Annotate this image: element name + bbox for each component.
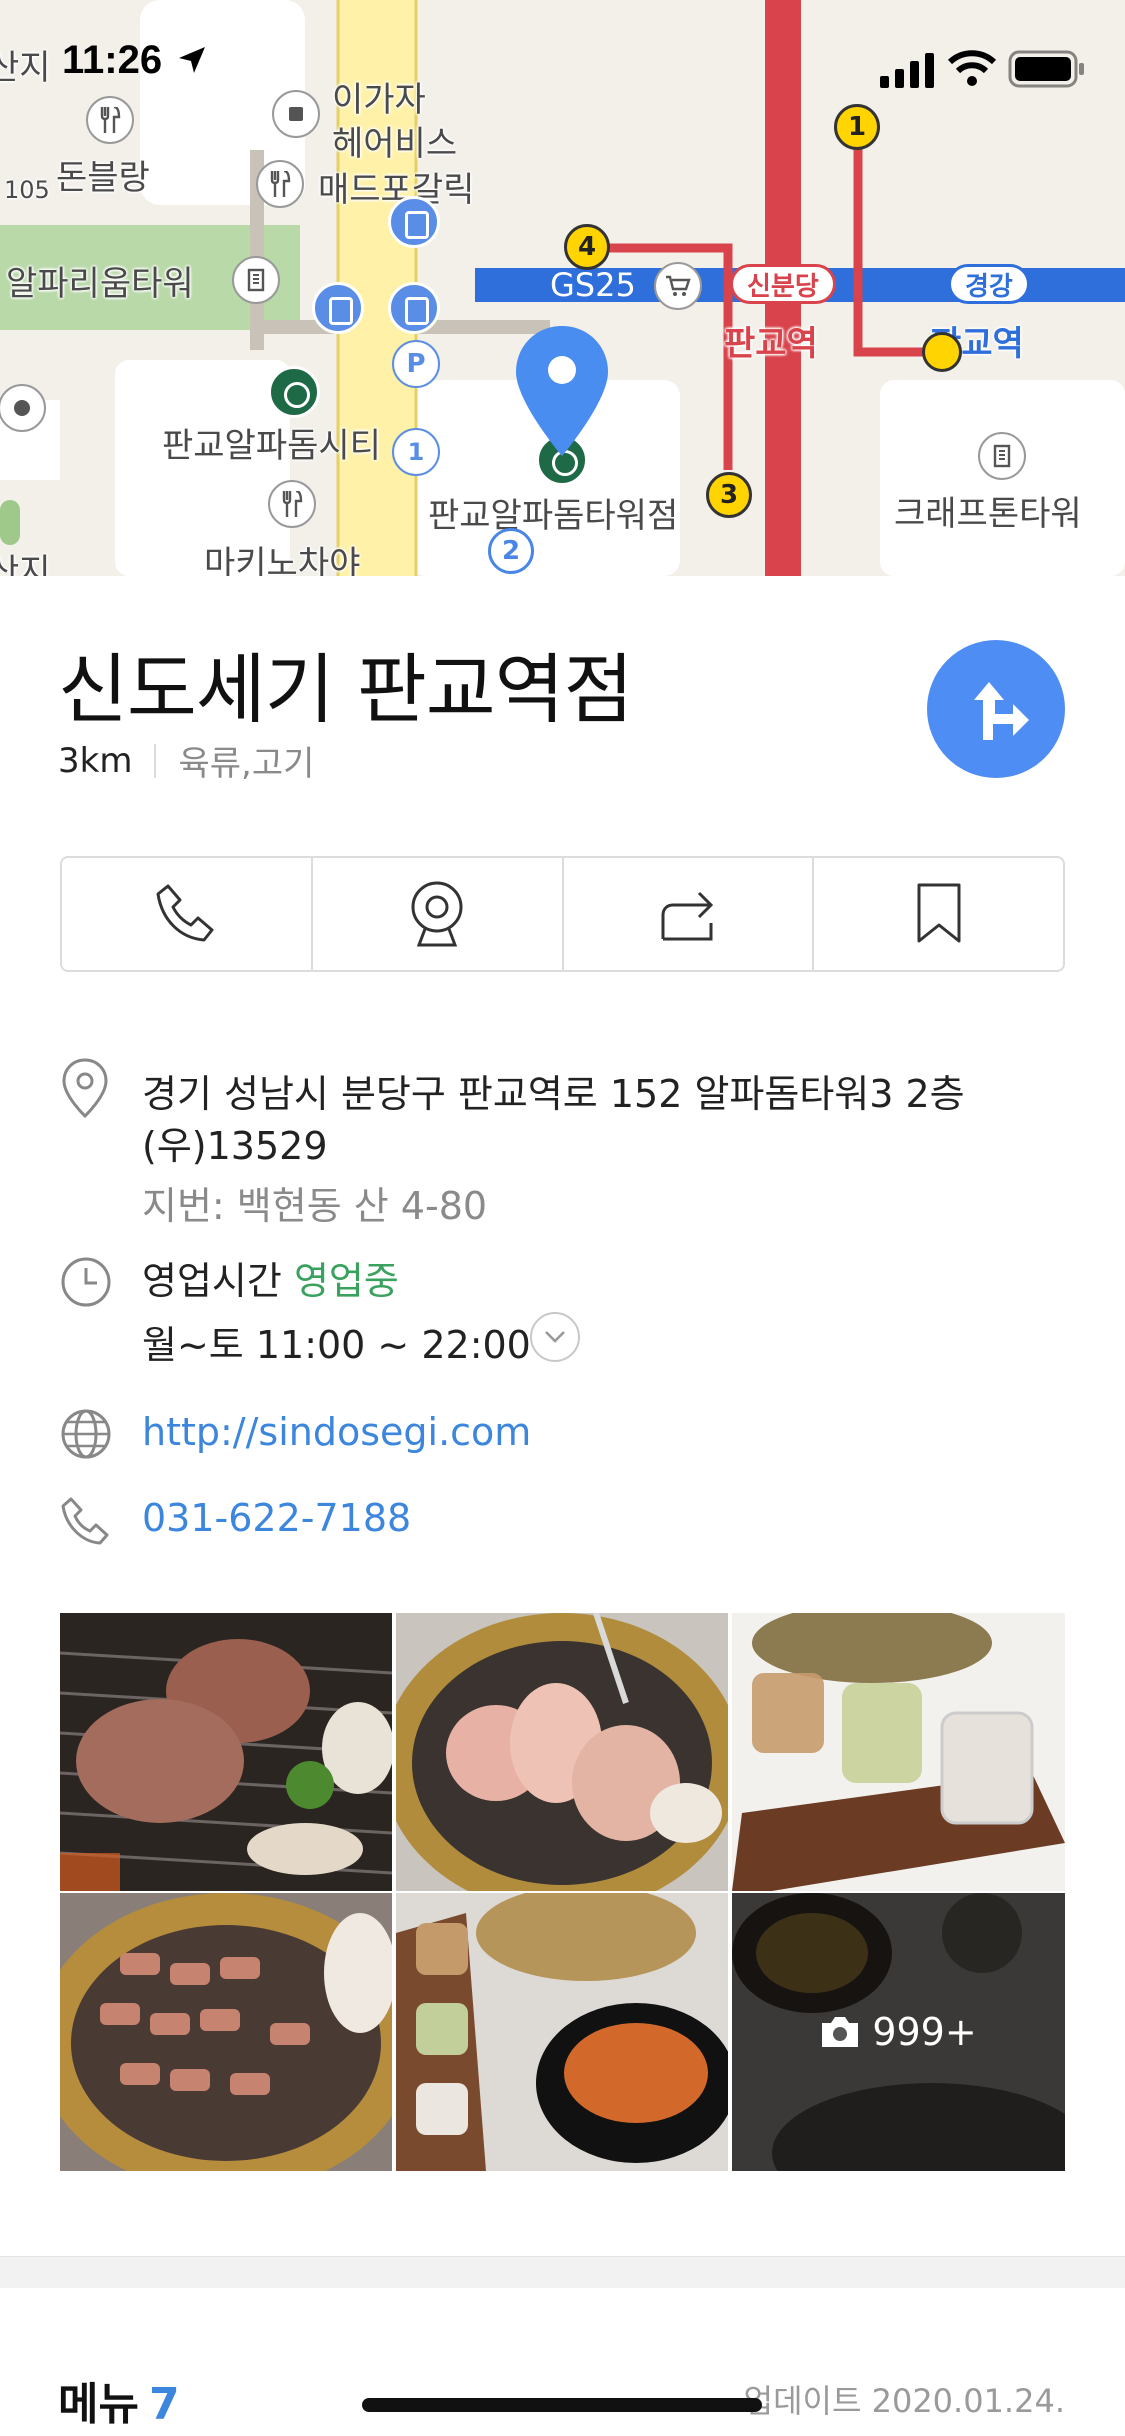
- exit-number-icon[interactable]: 1: [922, 332, 962, 372]
- website-link[interactable]: http://sindosegi.com: [142, 1410, 531, 1454]
- map-label: 판교알파돔시티: [162, 426, 381, 466]
- photo-thumbnail[interactable]: [60, 1893, 392, 2171]
- menu-count: 7: [148, 2379, 180, 2430]
- playground-icon[interactable]: [0, 384, 46, 432]
- camera-icon: [822, 2017, 859, 2047]
- address-postal: (우)13529: [142, 1124, 328, 1168]
- photo-thumbnail[interactable]: [60, 1613, 392, 1891]
- station-tag-gyeonggang[interactable]: 경강: [948, 264, 1030, 304]
- hours-expand-button[interactable]: [530, 1312, 580, 1362]
- cellular-signal-icon: [880, 53, 934, 88]
- share-button[interactable]: [564, 858, 815, 970]
- distance: 3km: [58, 740, 133, 781]
- bookmark-button[interactable]: [814, 858, 1063, 970]
- map-label: 산지: [0, 552, 51, 576]
- location-pin-outline-icon: [62, 1058, 108, 1118]
- station-tag-sinbundang[interactable]: 신분당: [730, 264, 836, 304]
- globe-icon: [61, 1409, 111, 1459]
- restaurant-icon[interactable]: [256, 160, 304, 208]
- photo-thumbnail[interactable]: [396, 1893, 728, 2171]
- menu-updated-date: 업데이트 2020.01.24.: [743, 2382, 1065, 2420]
- address-line1[interactable]: 경기 성남시 분당구 판교역로 152 알파돔타워3 2층: [142, 1063, 965, 1118]
- map-label: 판교역: [724, 324, 818, 364]
- clock-icon: [61, 1257, 111, 1307]
- street-view-icon: [411, 881, 463, 947]
- map-label: 알파리움타워: [6, 264, 194, 304]
- battery-icon: [1008, 50, 1084, 88]
- location-pin-icon[interactable]: [514, 326, 610, 456]
- map-label: 크래프톤타워: [894, 494, 1082, 534]
- status-time: 11:26: [62, 38, 207, 83]
- exit-number-icon[interactable]: 4: [564, 224, 610, 270]
- bus-stop-icon[interactable]: [388, 196, 440, 248]
- phone-link[interactable]: 031-622-7188: [142, 1496, 411, 1540]
- parking-icon[interactable]: P: [392, 340, 440, 388]
- exit-number-icon[interactable]: 2: [488, 528, 534, 574]
- bookmark-icon: [917, 883, 961, 943]
- photo-count: 999+: [872, 2010, 977, 2054]
- open-status: 영업중: [293, 1259, 399, 1303]
- shopping-cart-icon[interactable]: [654, 262, 702, 310]
- status-time-label: 11:26: [62, 38, 163, 82]
- hours-time: 월~토 11:00 ~ 22:00: [142, 1323, 531, 1367]
- home-indicator[interactable]: [362, 2398, 762, 2412]
- map-label: GS25: [550, 266, 636, 304]
- phone-icon: [156, 884, 214, 942]
- photo-thumbnail[interactable]: [732, 1613, 1065, 1891]
- bus-stop-icon[interactable]: [388, 282, 440, 334]
- hours-label: 영업시간: [142, 1259, 282, 1303]
- building-icon[interactable]: [978, 432, 1026, 480]
- map-label: 105: [4, 176, 50, 204]
- street-view-button[interactable]: [313, 858, 564, 970]
- section-divider: [0, 2256, 1125, 2288]
- photo-count-overlay: 999+: [732, 1893, 1065, 2171]
- map-label: 판교알파돔타워점: [428, 496, 679, 536]
- menu-title: 메뉴: [58, 2379, 139, 2430]
- bus-stop-icon[interactable]: [312, 282, 364, 334]
- action-bar: [60, 856, 1065, 972]
- bus-stop-marker-icon[interactable]: 1: [392, 428, 440, 476]
- restaurant-icon[interactable]: [268, 480, 316, 528]
- meta-divider: [154, 743, 157, 778]
- menu-heading[interactable]: 메뉴 7: [58, 2368, 180, 2432]
- wifi-icon: [948, 50, 996, 86]
- photo-grid: 999+: [60, 1613, 1065, 2171]
- hours-heading: 영업시간 영업중: [142, 1250, 399, 1305]
- place-meta: 3km 육류,고기: [58, 736, 314, 785]
- lot-address: 지번: 백현동 산 4-80: [142, 1184, 488, 1228]
- share-icon: [661, 891, 713, 941]
- phone-outline-icon: [61, 1497, 109, 1545]
- map-label: 돈블랑: [56, 158, 150, 198]
- directions-icon: [974, 682, 1029, 740]
- photo-thumbnail[interactable]: [396, 1613, 728, 1891]
- starbucks-icon[interactable]: [268, 366, 320, 418]
- call-button[interactable]: [62, 858, 313, 970]
- status-bar: 11:26: [0, 0, 1125, 130]
- location-arrow-icon: [179, 47, 206, 73]
- map-label: 마키노차야: [204, 544, 361, 576]
- building-icon[interactable]: [232, 256, 280, 304]
- exit-number-icon[interactable]: 3: [706, 472, 752, 518]
- chevron-down-icon: [545, 1331, 565, 1343]
- directions-button[interactable]: [927, 640, 1065, 778]
- place-name: 신도세기 판교역점: [58, 645, 634, 734]
- category: 육류,고기: [178, 744, 315, 784]
- photo-thumbnail-more[interactable]: 999+: [732, 1893, 1065, 2171]
